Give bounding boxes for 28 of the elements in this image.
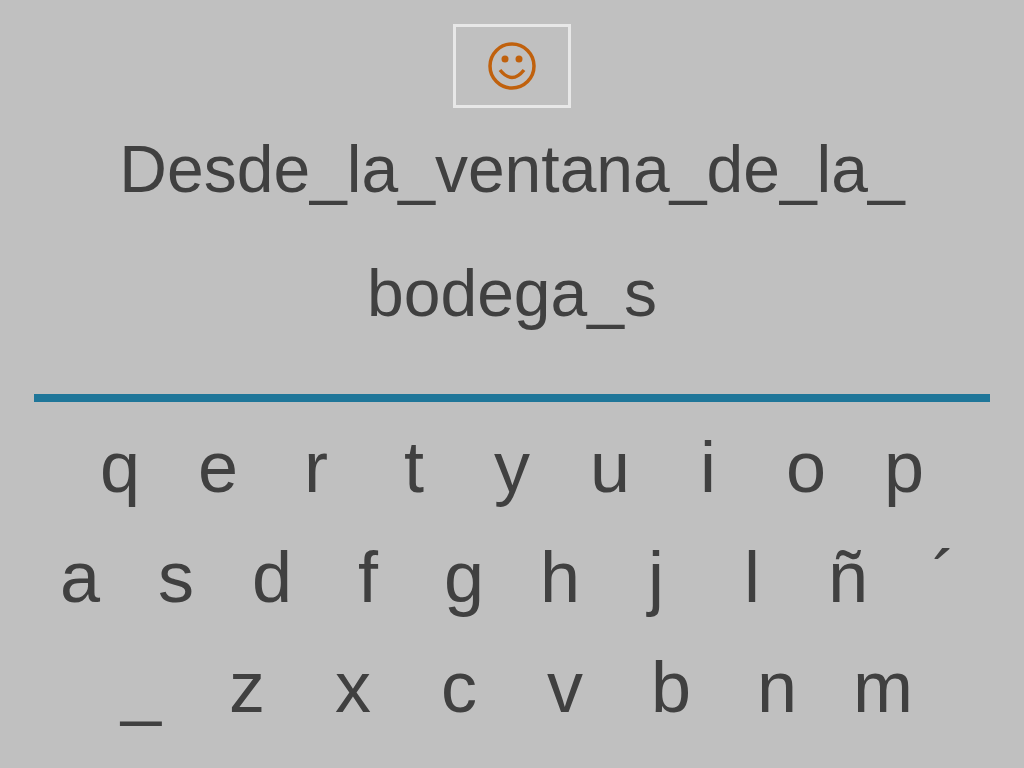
letter-key[interactable]: o <box>757 424 855 510</box>
letter-key[interactable]: s <box>128 534 224 620</box>
letter-key[interactable]: b <box>618 644 724 730</box>
letter-key[interactable]: v <box>512 644 618 730</box>
letter-key[interactable]: t <box>365 424 463 510</box>
letter-key[interactable]: y <box>463 424 561 510</box>
letter-key[interactable]: g <box>416 534 512 620</box>
letter-key[interactable]: n <box>724 644 830 730</box>
letter-key[interactable]: h <box>512 534 608 620</box>
letter-key[interactable]: p <box>855 424 953 510</box>
letter-key[interactable]: u <box>561 424 659 510</box>
letter-key[interactable]: ñ <box>800 534 896 620</box>
letter-key[interactable]: f <box>320 534 416 620</box>
letter-key[interactable]: z <box>194 644 300 730</box>
smiley-icon <box>487 41 537 91</box>
letter-key[interactable]: d <box>224 534 320 620</box>
letter-key[interactable]: m <box>830 644 936 730</box>
letter-key[interactable]: ´ <box>896 534 992 620</box>
letter-key[interactable]: c <box>406 644 512 730</box>
letter-key[interactable]: j <box>608 534 704 620</box>
letter-key[interactable]: q <box>71 424 169 510</box>
letter-key[interactable]: l <box>704 534 800 620</box>
letter-key[interactable]: i <box>659 424 757 510</box>
letter-key[interactable]: r <box>267 424 365 510</box>
letter-key[interactable]: a <box>32 534 128 620</box>
letter-key[interactable]: e <box>169 424 267 510</box>
letter-key[interactable]: _ <box>88 644 194 730</box>
letter-key[interactable]: x <box>300 644 406 730</box>
